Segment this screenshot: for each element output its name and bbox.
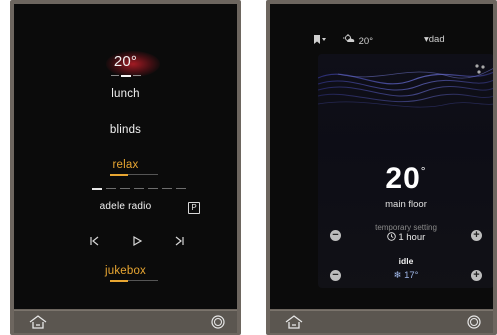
bookmark-icon[interactable]	[313, 34, 327, 48]
duration-value: 1 hour	[398, 232, 426, 243]
clock-icon	[386, 232, 399, 243]
page-indicator-segment	[133, 75, 141, 76]
volume-step	[162, 188, 172, 189]
home-icon[interactable]	[28, 314, 48, 330]
volume-step-active	[92, 188, 102, 190]
jukebox-active-bar	[110, 280, 128, 282]
status-label: idle	[398, 256, 414, 266]
power-circle-icon[interactable]	[211, 315, 225, 329]
page-indicator-segment	[111, 75, 119, 76]
weather-widget[interactable]: 20°	[342, 34, 373, 47]
next-icon[interactable]	[172, 234, 186, 248]
right-screen: 20° ▾dad 20° main floor − + temporary se…	[270, 4, 493, 309]
setpoint-row: ❄ 17°	[318, 270, 493, 281]
source-badge[interactable]: P	[188, 202, 200, 214]
relax-track	[128, 174, 158, 175]
mode-label: temporary setting	[375, 223, 437, 232]
user-selector[interactable]: ▾dad	[424, 34, 445, 45]
dots-icon[interactable]	[474, 62, 486, 80]
now-playing-label: adele radio	[99, 201, 152, 212]
menu-item-blinds[interactable]: blinds	[14, 124, 237, 136]
left-bottom-bar	[14, 310, 237, 333]
previous-icon[interactable]	[88, 234, 102, 248]
volume-step	[148, 188, 158, 189]
current-temperature: 20°	[318, 162, 493, 196]
right-bottom-bar	[270, 310, 493, 333]
weather-temperature: 20°	[358, 36, 374, 47]
page-indicator	[111, 75, 141, 77]
zone-label: main floor	[385, 199, 427, 210]
home-icon[interactable]	[284, 314, 304, 330]
current-temperature-value: 20	[385, 162, 421, 195]
wave-art	[318, 68, 493, 108]
relax-active-bar	[110, 174, 128, 176]
volume-step	[106, 188, 116, 189]
play-icon[interactable]	[130, 234, 144, 248]
volume-step	[176, 188, 186, 189]
power-circle-icon[interactable]	[467, 315, 481, 329]
volume-step	[134, 188, 144, 189]
snowflake-icon: ❄	[393, 270, 402, 281]
jukebox-track	[128, 280, 158, 281]
volume-step	[120, 188, 130, 189]
left-device: 20° lunch blinds relax adele radio P juk…	[10, 0, 241, 335]
thermostat-card: 20° main floor − + temporary setting 1 h…	[318, 54, 493, 288]
degree-symbol: °	[420, 164, 427, 178]
left-screen: 20° lunch blinds relax adele radio P juk…	[14, 4, 237, 309]
menu-item-jukebox[interactable]: jukebox	[14, 265, 237, 277]
menu-item-relax[interactable]: relax	[14, 159, 237, 171]
temperature-display[interactable]: 20°	[14, 53, 237, 70]
page-indicator-active	[121, 75, 131, 77]
weather-icon	[342, 34, 359, 47]
right-device: 20° ▾dad 20° main floor − + temporary se…	[266, 0, 497, 335]
duration-row: 1 hour	[318, 232, 493, 243]
menu-item-lunch[interactable]: lunch	[14, 88, 237, 100]
setpoint-value: 17°	[404, 270, 419, 281]
volume-dashes[interactable]	[92, 188, 186, 190]
